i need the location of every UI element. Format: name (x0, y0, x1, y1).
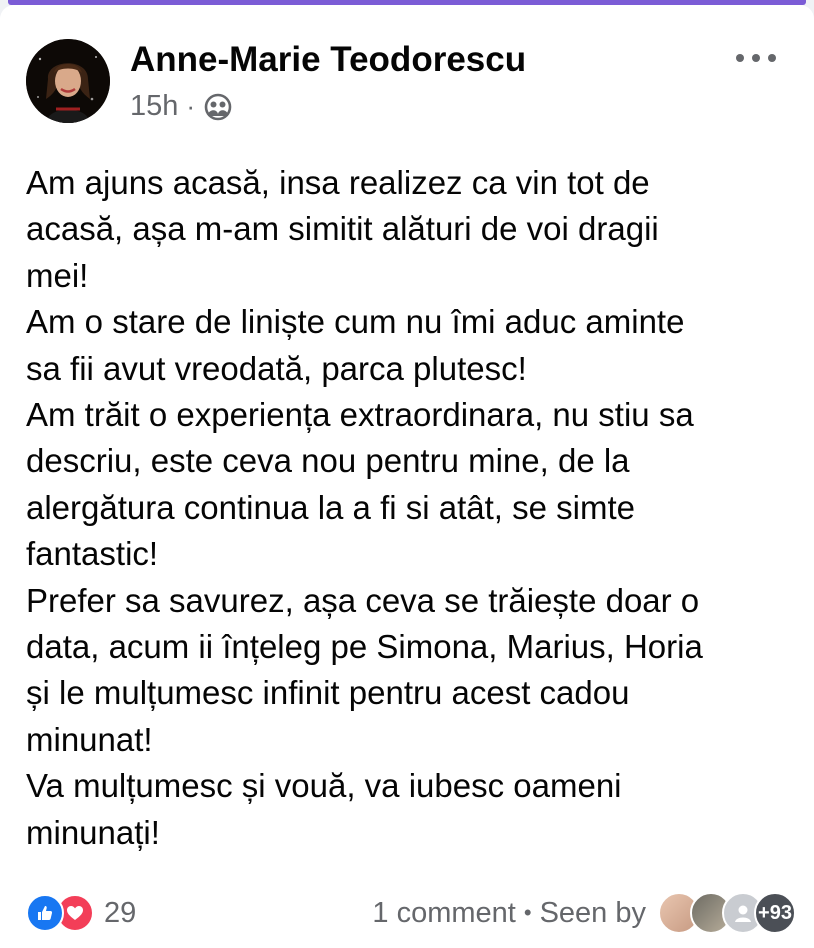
seen-by-avatars[interactable]: +93 (658, 892, 796, 934)
post-time[interactable]: 15h (130, 90, 178, 123)
author-avatar[interactable] (26, 39, 110, 123)
seen-more-count: +93 (754, 892, 796, 934)
post-body-line: sa fii avut vreodată, parca plutesc! (26, 349, 527, 387)
comment-count[interactable]: 1 comment (372, 897, 515, 930)
post-body: Am ajuns acasă, insa realizez ca vin tot… (26, 160, 796, 856)
post-body-line: și le mulțumesc infinit pentru acest cad… (26, 674, 630, 712)
post-body-line: minunați! (26, 813, 160, 851)
post-body-line: descriu, este ceva nou pentru mine, de l… (26, 442, 630, 480)
friends-icon[interactable] (203, 92, 233, 122)
post-body-line: Va mulțumesc și vouă, va iubesc oameni (26, 767, 622, 805)
post-body-line: data, acum ii înțeleg pe Simona, Marius,… (26, 628, 703, 666)
post-footer: 29 1 comment • Seen by +93 (26, 890, 796, 936)
post-body-line: mei! (26, 256, 89, 294)
post-body-line: Am o stare de liniște cum nu îmi aduc am… (26, 303, 685, 341)
post-body-line: minunat! (26, 720, 153, 758)
post-body-line: acasă, așa m-am simitit alături de voi d… (26, 210, 659, 248)
reaction-count[interactable]: 29 (104, 897, 136, 930)
post-body-line: Prefer sa savurez, așa ceva se trăiește … (26, 581, 700, 619)
reactions[interactable] (26, 894, 94, 932)
like-reaction-icon (26, 894, 64, 932)
meta-separator: · (186, 91, 196, 121)
post-body-line: Am trăit o experiența extraordinara, nu … (26, 396, 694, 434)
post-stats: 1 comment • Seen by +93 (372, 892, 796, 934)
author-name[interactable]: Anne-Marie Teodorescu (130, 40, 526, 80)
post-body-line: fantastic! (26, 535, 159, 573)
post-body-line: alergătura continua la a fi si atât, se … (26, 488, 635, 526)
seen-by-label[interactable]: Seen by (540, 897, 646, 930)
post-body-line: Am ajuns acasă, insa realizez ca vin tot… (26, 164, 650, 201)
post-meta: 15h · (130, 90, 233, 123)
more-options-icon[interactable] (736, 46, 776, 70)
stats-bullet: • (523, 900, 532, 925)
